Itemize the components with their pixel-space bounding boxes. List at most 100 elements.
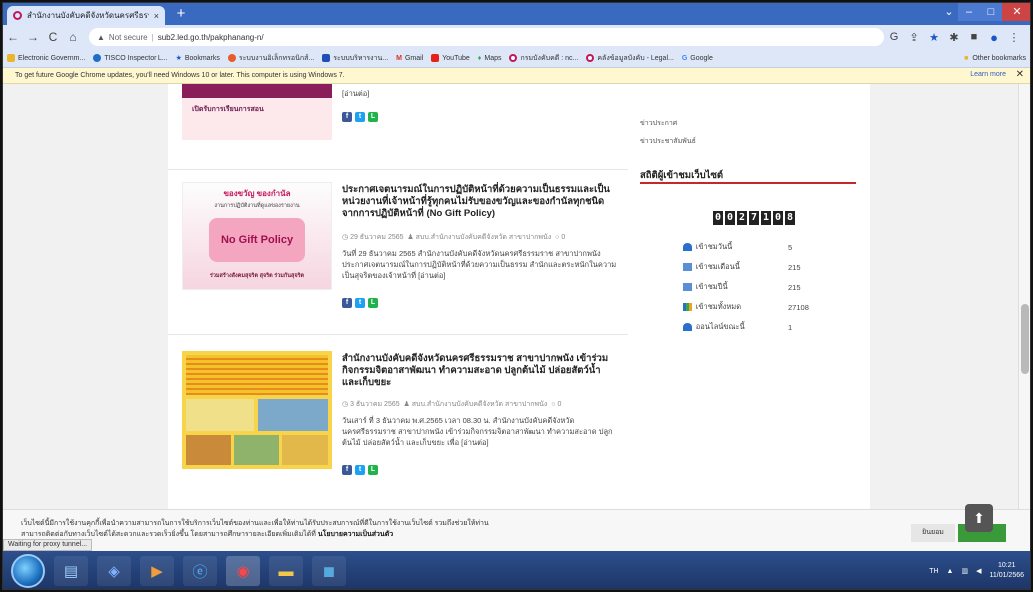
bookmark-item[interactable]: Electronic Governm... — [7, 54, 85, 62]
bookmark-item[interactable]: ระบบบริหารงาน... — [322, 53, 388, 64]
sidebar-link-news[interactable]: ข่าวประกาศ — [640, 118, 677, 129]
arrow-up-icon[interactable]: ▲ — [947, 568, 954, 575]
facebook-share-icon[interactable]: f — [342, 465, 352, 475]
post-excerpt[interactable]: [อ่านต่อ] — [342, 88, 622, 99]
extensions-icon[interactable]: ✱ — [944, 31, 964, 44]
user-icon — [683, 323, 692, 331]
bookmark-item[interactable]: คลังข้อมูลบังคับ - Legal... — [586, 53, 674, 64]
post-thumbnail[interactable]: เปิดรับการเรียนการสอน — [182, 84, 332, 140]
facebook-share-icon[interactable]: f — [342, 298, 352, 308]
menu-icon[interactable]: ⋮ — [1004, 31, 1024, 44]
page-scrollbar[interactable] — [1018, 84, 1030, 509]
counter-digit: 8 — [785, 211, 795, 225]
post-author[interactable]: สบบ.สำนักงานบังคับคดีจังหวัด สาขาปากพนัง — [416, 234, 552, 241]
thumbnail-text: เปิดรับการเรียนการสอน — [192, 106, 264, 113]
post-card: เปิดรับการเรียนการสอน [อ่านต่อ] f t L — [168, 84, 628, 170]
network-icon[interactable]: ◈ — [97, 556, 131, 586]
infobar-message: To get future Google Chrome updates, you… — [15, 72, 345, 79]
media-player-icon[interactable]: ▶ — [140, 556, 174, 586]
post-date[interactable]: 3 ธันวาคม 2565 — [350, 401, 400, 408]
reload-icon[interactable]: C — [43, 30, 63, 44]
twitter-share-icon[interactable]: t — [355, 465, 365, 475]
sidebar: ข่าวประกาศ ข่าวประชาสัมพันธ์ สถิติผู้เข้… — [628, 84, 870, 509]
back-to-top-icon[interactable]: ⬆ — [965, 504, 993, 532]
home-icon[interactable]: ⌂ — [63, 30, 83, 44]
browser-toolbar: ← → C ⌂ ▲ Not secure | sub2.led.go.th/pa… — [3, 25, 1030, 49]
google-icon: G — [681, 54, 688, 62]
counter-digit: 0 — [773, 211, 783, 225]
learn-more-link[interactable]: Learn more — [970, 71, 1006, 78]
tab-search-icon[interactable]: ⌄ — [938, 3, 960, 21]
post-title[interactable]: สำนักงานบังคับคดีจังหวัดนครศรีธรรมราช สา… — [342, 353, 620, 389]
post-meta: ◷ 3 ธันวาคม 2565 ♟ สบบ.สำนักงานบังคับคดี… — [342, 399, 561, 410]
warning-icon[interactable]: ▲ — [97, 33, 105, 42]
bookmark-item[interactable]: กรมบังคับคดี : nc... — [509, 53, 578, 64]
tab-title: สำนักงานบังคับคดีจังหวัดนครศรีธรรมราช — [27, 11, 149, 20]
scrollbar-thumb[interactable] — [1021, 304, 1029, 374]
site-favicon-icon — [13, 11, 22, 20]
internet-explorer-icon[interactable]: ⓔ — [183, 556, 217, 586]
line-share-icon[interactable]: L — [368, 112, 378, 122]
bookmark-google[interactable]: G Google — [682, 55, 713, 62]
url-text[interactable]: sub2.led.go.th/pakphanang-n/ — [158, 33, 264, 42]
maximize-button[interactable]: □ — [980, 3, 1002, 21]
bookmark-item[interactable]: ระบบงานอิเล็กทรอนิกส์... — [227, 53, 314, 64]
network-tray-icon[interactable]: ▥ — [961, 567, 968, 575]
new-tab-button[interactable]: + — [173, 5, 189, 23]
forward-icon[interactable]: → — [23, 30, 43, 44]
tab-close-icon[interactable]: × — [154, 11, 159, 21]
post-thumbnail[interactable] — [182, 351, 332, 469]
post-thumbnail[interactable]: ของขวัญ ของกำนัล งานการปฏิบัติงานที่ดูแล… — [182, 182, 332, 290]
line-share-icon[interactable]: L — [368, 465, 378, 475]
infobar-close-icon[interactable]: ✕ — [1016, 69, 1024, 80]
post-card: สำนักงานบังคับคดีจังหวัดนครศรีธรรมราช สา… — [168, 335, 628, 509]
privacy-policy-link[interactable]: นโยบายความเป็นส่วนตัว — [318, 531, 393, 538]
bookmark-icon — [7, 54, 15, 62]
comment-icon: ○ — [555, 234, 560, 241]
maps-pin-icon: ♦ — [477, 54, 482, 62]
bookmark-gmail[interactable]: M Gmail — [396, 55, 423, 62]
bookmark-item[interactable]: TISCO Inspector L... — [93, 54, 168, 62]
chrome-icon[interactable]: ◉ — [226, 556, 260, 586]
stat-row-online: ออนไลน์ขณะนี้ 1 — [683, 321, 833, 333]
comment-count[interactable]: 0 — [557, 401, 561, 408]
user-icon: ♟ — [403, 401, 410, 408]
post-date[interactable]: 29 ธันวาคม 2565 — [350, 234, 403, 241]
bookmark-icon — [227, 54, 236, 62]
address-bar[interactable]: ▲ Not secure | sub2.led.go.th/pakphanang… — [89, 28, 884, 46]
folder-icon[interactable]: ▬ — [269, 556, 303, 586]
post-author[interactable]: สบบ.สำนักงานบังคับคดีจังหวัด สาขาปากพนัง — [412, 401, 548, 408]
twitter-share-icon[interactable]: t — [355, 112, 365, 122]
explorer-icon[interactable]: ▤ — [54, 556, 88, 586]
system-clock[interactable]: 10:21 11/01/2566 — [989, 561, 1024, 581]
twitter-share-icon[interactable]: t — [355, 298, 365, 308]
browser-tab[interactable]: สำนักงานบังคับคดีจังหวัดนครศรีธรรมราช × — [7, 6, 165, 25]
accept-cookies-button[interactable]: ยินยอม — [911, 524, 955, 542]
back-icon[interactable]: ← — [3, 30, 23, 44]
post-title[interactable]: ประกาศเจตนารมณ์ในการปฏิบัติหน้าที่ด้วยคว… — [342, 184, 620, 220]
volume-icon[interactable]: ◀ — [976, 567, 981, 575]
divider — [640, 182, 856, 184]
bookmark-item[interactable]: ★ Bookmarks — [176, 54, 220, 63]
app-icon[interactable]: ◼ — [312, 556, 346, 586]
share-icon[interactable]: ⇪ — [904, 31, 924, 44]
line-share-icon[interactable]: L — [368, 298, 378, 308]
comment-count[interactable]: 0 — [561, 234, 565, 241]
sidebar-link-pr[interactable]: ข่าวประชาสัมพันธ์ — [640, 136, 696, 147]
language-indicator[interactable]: TH — [929, 568, 938, 575]
not-secure-label: Not secure — [108, 32, 148, 42]
google-icon[interactable]: G — [884, 31, 904, 43]
start-button[interactable] — [11, 554, 45, 588]
profile-avatar-icon[interactable]: ● — [984, 30, 1004, 45]
bookmark-maps[interactable]: ♦ Maps — [478, 55, 502, 62]
counter-digit: 2 — [737, 211, 747, 225]
bookmark-star-icon[interactable]: ★ — [924, 31, 944, 44]
bookmark-youtube[interactable]: YouTube — [431, 54, 470, 62]
other-bookmarks[interactable]: ■ Other bookmarks — [958, 49, 1026, 67]
user-icon: ♟ — [407, 234, 414, 241]
minimize-button[interactable]: – — [958, 3, 980, 21]
facebook-share-icon[interactable]: f — [342, 112, 352, 122]
sidepanel-icon[interactable]: ■ — [964, 31, 984, 43]
calendar-icon — [683, 263, 692, 271]
close-window-button[interactable]: ✕ — [1002, 3, 1030, 21]
